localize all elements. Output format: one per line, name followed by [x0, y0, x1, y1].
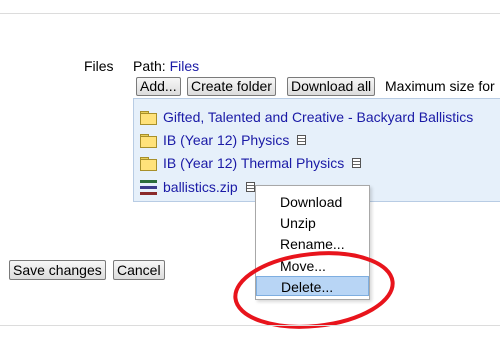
file-name-link[interactable]: ballistics.zip	[163, 179, 238, 195]
item-menu-icon[interactable]	[245, 182, 255, 192]
file-tree-item[interactable]: ballistics.zip	[140, 177, 255, 197]
zip-archive-icon	[140, 179, 157, 195]
context-menu-unzip[interactable]: Unzip	[256, 213, 369, 233]
file-name-link[interactable]: Gifted, Talented and Creative - Backyard…	[163, 109, 473, 125]
file-name-link[interactable]: IB (Year 12) Physics	[163, 132, 289, 148]
create-folder-button[interactable]: Create folder	[187, 77, 276, 96]
breadcrumb: Path: Files	[133, 58, 199, 74]
item-menu-icon[interactable]	[297, 135, 307, 145]
context-menu: Download Unzip Rename... Move... Delete.…	[255, 185, 370, 300]
folder-icon	[140, 110, 157, 125]
download-all-button[interactable]: Download all	[287, 77, 376, 96]
item-menu-icon[interactable]	[352, 158, 362, 168]
folder-icon	[140, 133, 157, 148]
cancel-button[interactable]: Cancel	[113, 260, 165, 280]
files-field-label: Files	[84, 58, 114, 74]
path-link-files[interactable]: Files	[170, 58, 200, 74]
context-menu-move[interactable]: Move...	[256, 256, 369, 276]
file-tree-item[interactable]: IB (Year 12) Thermal Physics	[140, 153, 362, 173]
context-menu-download[interactable]: Download	[256, 192, 369, 212]
add-button[interactable]: Add...	[136, 77, 181, 96]
file-tree-item[interactable]: Gifted, Talented and Creative - Backyard…	[140, 107, 473, 127]
path-prefix: Path:	[133, 58, 166, 74]
save-changes-button[interactable]: Save changes	[9, 260, 106, 280]
folder-icon	[140, 156, 157, 171]
top-divider	[0, 13, 500, 14]
file-tree-item[interactable]: IB (Year 12) Physics	[140, 130, 307, 150]
context-menu-rename[interactable]: Rename...	[256, 234, 369, 254]
bottom-divider	[0, 325, 500, 326]
context-menu-delete[interactable]: Delete...	[256, 276, 369, 296]
file-name-link[interactable]: IB (Year 12) Thermal Physics	[163, 155, 344, 171]
max-size-text: Maximum size for	[385, 78, 495, 94]
